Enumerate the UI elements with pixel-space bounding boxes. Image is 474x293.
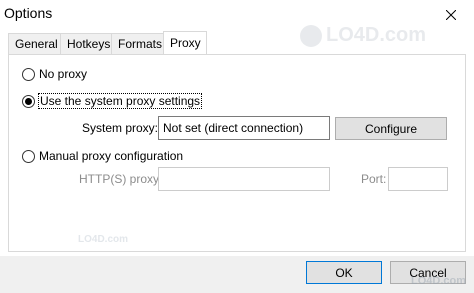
radio-manual-proxy[interactable]: Manual proxy configuration (22, 149, 183, 163)
http-proxy-label: HTTP(S) proxy: (79, 172, 163, 186)
configure-button[interactable]: Configure (335, 117, 447, 140)
watermark-text: LO4D.com (326, 24, 427, 46)
tab-label: Hotkeys (67, 37, 111, 51)
radio-button[interactable] (22, 67, 35, 81)
radio-button[interactable] (22, 149, 35, 163)
close-icon (446, 10, 456, 20)
tab-hotkeys[interactable]: Hotkeys (60, 33, 118, 54)
radio-label-no-proxy: No proxy (39, 67, 88, 81)
options-dialog: Options LO4D.com General Hotkeys Formats… (0, 0, 474, 293)
watermark-logo: LO4D.com (300, 24, 426, 47)
port-field[interactable] (388, 167, 448, 191)
radio-system-proxy[interactable]: Use the system proxy settings (22, 93, 203, 109)
close-button[interactable] (428, 0, 474, 30)
radio-button-selected[interactable] (22, 94, 35, 108)
system-proxy-label: System proxy: (82, 121, 159, 135)
watermark-icon (300, 24, 322, 47)
window-title: Options (4, 5, 53, 21)
watermark-corner: LO4D.com (410, 275, 466, 287)
tab-label: Proxy (170, 36, 201, 50)
system-proxy-field[interactable]: Not set (direct connection) (158, 116, 330, 140)
ok-button[interactable]: OK (306, 261, 382, 284)
watermark-faint: LO4D.com (78, 234, 129, 245)
dialog-footer: OK Cancel LO4D.com (0, 256, 474, 293)
radio-label-manual-proxy: Manual proxy configuration (39, 149, 184, 163)
radio-no-proxy[interactable]: No proxy (22, 67, 87, 81)
tab-formats[interactable]: Formats (111, 33, 170, 54)
tab-proxy[interactable]: Proxy (163, 31, 207, 54)
tab-label: General (15, 37, 58, 51)
tab-label: Formats (118, 37, 163, 51)
radio-label-system-proxy: Use the system proxy settings (37, 93, 203, 109)
tab-general[interactable]: General (8, 33, 65, 54)
http-proxy-field[interactable] (158, 167, 330, 191)
port-label: Port: (361, 172, 387, 186)
